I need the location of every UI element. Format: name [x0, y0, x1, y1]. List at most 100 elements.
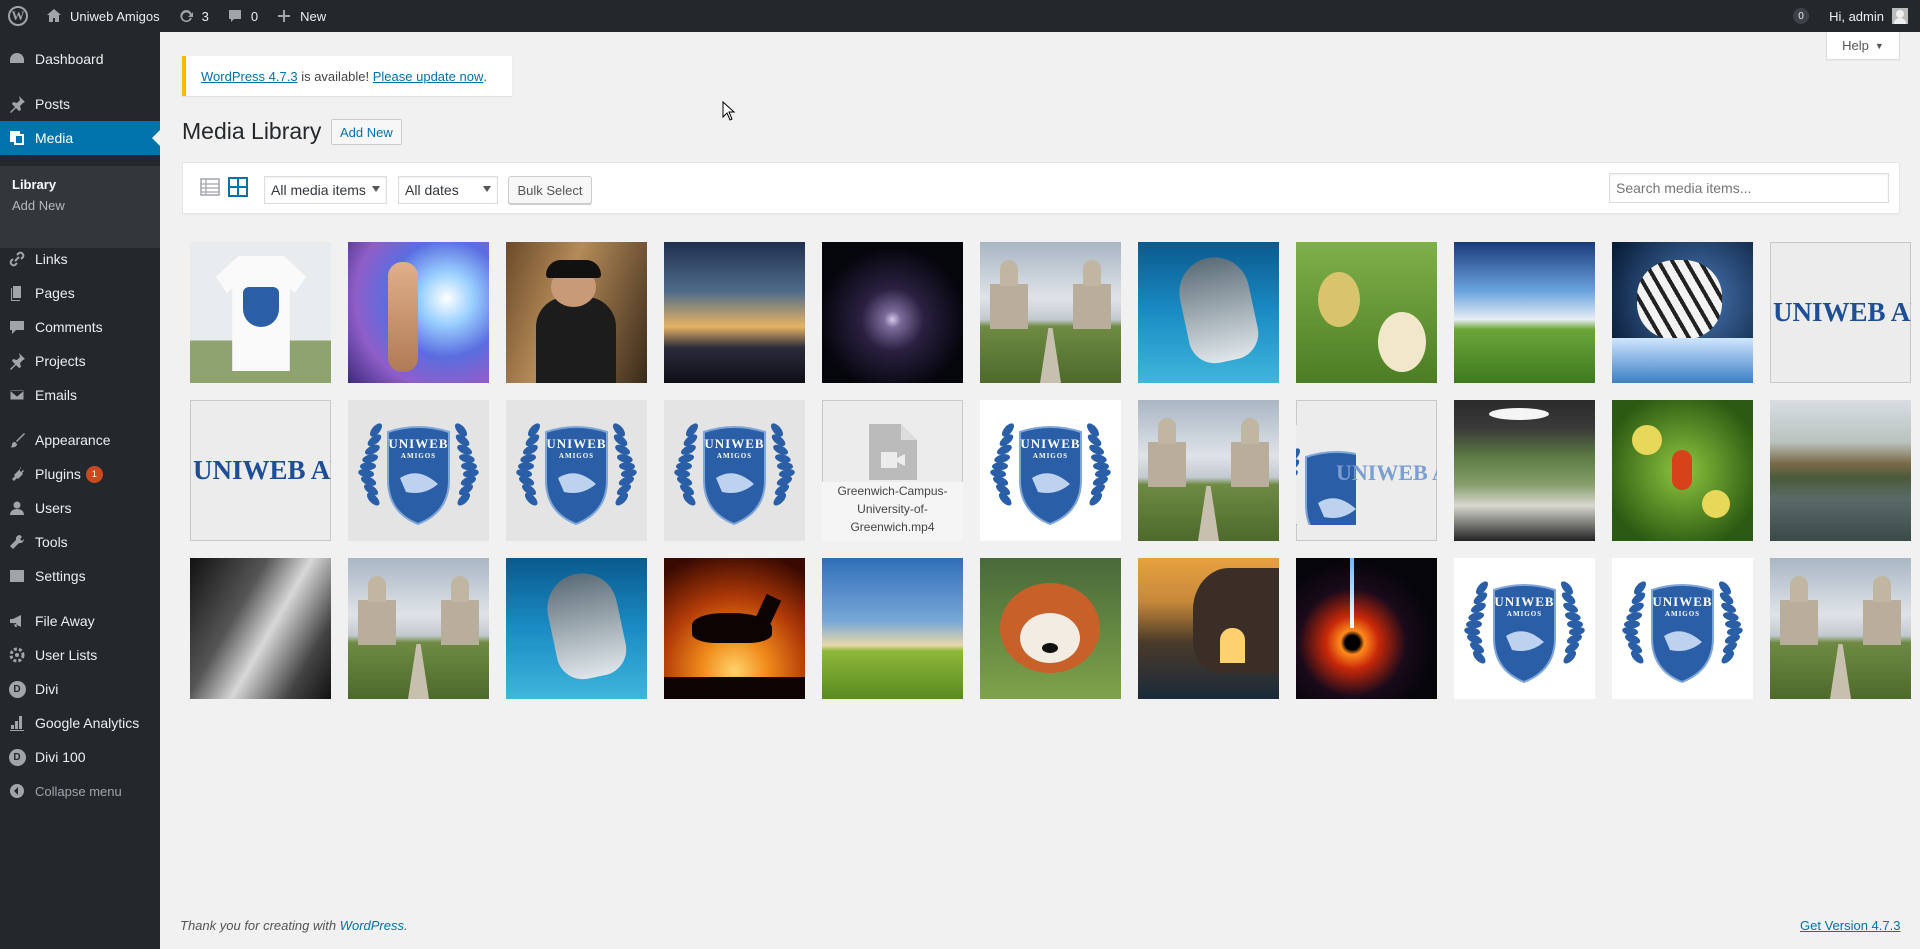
media-thumbnail[interactable]: [1454, 242, 1595, 383]
media-thumbnail[interactable]: [1138, 242, 1279, 383]
sidebar-item-label: Comments: [35, 319, 103, 335]
footer-wordpress-link[interactable]: WordPress: [340, 918, 404, 933]
plugins-update-badge: 1: [85, 465, 103, 483]
sidebar-item-tools[interactable]: Tools: [0, 525, 160, 559]
search-media-input[interactable]: [1609, 173, 1889, 203]
my-account-link[interactable]: Hi, admin: [1821, 0, 1920, 32]
sidebar-item-google-analytics[interactable]: Google Analytics: [0, 706, 160, 740]
logo-text: UNIWEB AMIGOS: [1773, 297, 1911, 327]
media-submenu: Library Add New: [0, 166, 160, 248]
site-name-link[interactable]: Uniweb Amigos: [36, 0, 168, 32]
sidebar-item-appearance[interactable]: Appearance: [0, 423, 160, 457]
sidebar-item-emails[interactable]: Emails: [0, 378, 160, 412]
sidebar-item-users[interactable]: Users: [0, 491, 160, 525]
updates-link[interactable]: 3: [168, 0, 217, 32]
submenu-item-library[interactable]: Library: [12, 177, 56, 192]
sidebar-item-label: File Away: [35, 613, 95, 629]
sidebar-item-user-lists[interactable]: User Lists: [0, 638, 160, 672]
media-thumbnail[interactable]: [1296, 242, 1437, 383]
add-new-button[interactable]: Add New: [331, 119, 402, 145]
mouse-cursor-icon: [722, 101, 736, 121]
pin-icon: [7, 351, 27, 371]
media-thumbnail[interactable]: [664, 242, 805, 383]
update-now-link[interactable]: Please update now: [373, 69, 484, 84]
sidebar-item-pages[interactable]: Pages: [0, 276, 160, 310]
sidebar-item-links[interactable]: Links: [0, 242, 160, 276]
sidebar-item-divi-100[interactable]: D Divi 100: [0, 740, 160, 774]
media-thumbnail[interactable]: [506, 558, 647, 699]
footer-end: .: [404, 918, 408, 933]
media-thumbnail[interactable]: [1612, 242, 1753, 383]
comments-link[interactable]: 0: [217, 0, 266, 32]
sidebar-item-label: Tools: [35, 534, 68, 550]
media-thumbnail[interactable]: [1296, 558, 1437, 699]
media-thumbnail[interactable]: UNIWEB AMIGOS: [1612, 558, 1753, 699]
collapse-icon: [7, 781, 27, 801]
envelope-icon: [7, 385, 27, 405]
sidebar-item-comments[interactable]: Comments: [0, 310, 160, 344]
media-thumbnail[interactable]: [822, 558, 963, 699]
sidebar-item-label: Collapse menu: [35, 783, 122, 799]
pin-icon: [7, 94, 27, 114]
media-thumbnail[interactable]: UNIWEB AMIGOS: [348, 400, 489, 541]
media-thumbnail[interactable]: UNIWEB AMIGOS: [980, 400, 1121, 541]
divi-icon: D: [7, 679, 27, 699]
media-thumbnail[interactable]: [1770, 400, 1911, 541]
media-thumbnail[interactable]: [664, 558, 805, 699]
media-thumbnail[interactable]: [1138, 558, 1279, 699]
date-filter-value: All dates: [405, 182, 459, 198]
media-thumbnail[interactable]: [1138, 400, 1279, 541]
sidebar-item-settings[interactable]: Settings: [0, 559, 160, 593]
sidebar-item-plugins[interactable]: Plugins 1: [0, 457, 160, 491]
media-thumbnail[interactable]: [1770, 558, 1911, 699]
media-thumbnail[interactable]: [190, 242, 331, 383]
media-video-file[interactable]: Greenwich-Campus-University-of-Greenwich…: [822, 400, 963, 541]
media-thumbnail[interactable]: UNIWEB AMIGOS: [664, 400, 805, 541]
sidebar-item-label: Emails: [35, 387, 78, 403]
new-content-link[interactable]: New: [266, 0, 334, 32]
wordpress-logo-menu[interactable]: W: [0, 0, 36, 32]
bulk-select-button[interactable]: Bulk Select: [508, 176, 592, 204]
media-thumbnail[interactable]: [1612, 400, 1753, 541]
media-thumbnail[interactable]: UNIWEB AMIGOS: [506, 400, 647, 541]
media-thumbnail[interactable]: [190, 558, 331, 699]
pages-icon: [7, 283, 27, 303]
user-icon: [7, 498, 27, 518]
collapse-menu-button[interactable]: Collapse menu: [0, 774, 160, 808]
media-thumbnail[interactable]: UNIWEB AMIGOS: [1770, 242, 1911, 383]
grid-view-icon[interactable]: [228, 177, 248, 197]
media-thumbnail[interactable]: UNIWEB AMIGOS: [190, 400, 331, 541]
sidebar-item-divi[interactable]: D Divi: [0, 672, 160, 706]
media-filename: Greenwich-Campus-University-of-Greenwich…: [822, 482, 963, 541]
sidebar-item-dashboard[interactable]: Dashboard: [0, 42, 160, 76]
sidebar-item-posts[interactable]: Posts: [0, 87, 160, 121]
sidebar-item-label: Media: [35, 130, 74, 146]
get-version-link[interactable]: Get Version 4.7.3: [1800, 918, 1900, 933]
wordpress-version-link[interactable]: WordPress 4.7.3: [201, 69, 298, 84]
dashboard-icon: [7, 49, 27, 69]
submenu-item-add-new[interactable]: Add New: [12, 198, 65, 213]
media-thumbnail[interactable]: [348, 242, 489, 383]
media-thumbnail[interactable]: [506, 242, 647, 383]
admin-sidebar: Dashboard Posts Media Library Add New Li…: [0, 32, 160, 949]
media-thumbnail[interactable]: [1454, 400, 1595, 541]
sidebar-item-projects[interactable]: Projects: [0, 344, 160, 378]
site-name: Uniweb Amigos: [70, 8, 160, 24]
avatar: [1892, 8, 1908, 24]
media-thumbnail[interactable]: UNIWEB AMIGOS: [1454, 558, 1595, 699]
media-thumbnail[interactable]: [980, 558, 1121, 699]
date-filter[interactable]: All dates: [398, 176, 498, 204]
media-thumbnail[interactable]: UNIWEB AMIGOS: [1296, 400, 1437, 541]
media-thumbnail[interactable]: [348, 558, 489, 699]
help-tab-button[interactable]: Help ▼: [1826, 32, 1900, 60]
media-thumbnail[interactable]: [822, 242, 963, 383]
sidebar-item-media[interactable]: Media: [0, 121, 160, 155]
footer-thanks: Thank you for creating with WordPress.: [180, 918, 408, 933]
sidebar-item-file-away[interactable]: File Away: [0, 604, 160, 638]
notifications-count[interactable]: 0: [1793, 8, 1810, 24]
list-view-icon[interactable]: [200, 177, 220, 197]
sidebar-item-label: Projects: [35, 353, 86, 369]
wrench-icon: [7, 532, 27, 552]
media-type-filter[interactable]: All media items: [264, 176, 387, 204]
media-thumbnail[interactable]: [980, 242, 1121, 383]
